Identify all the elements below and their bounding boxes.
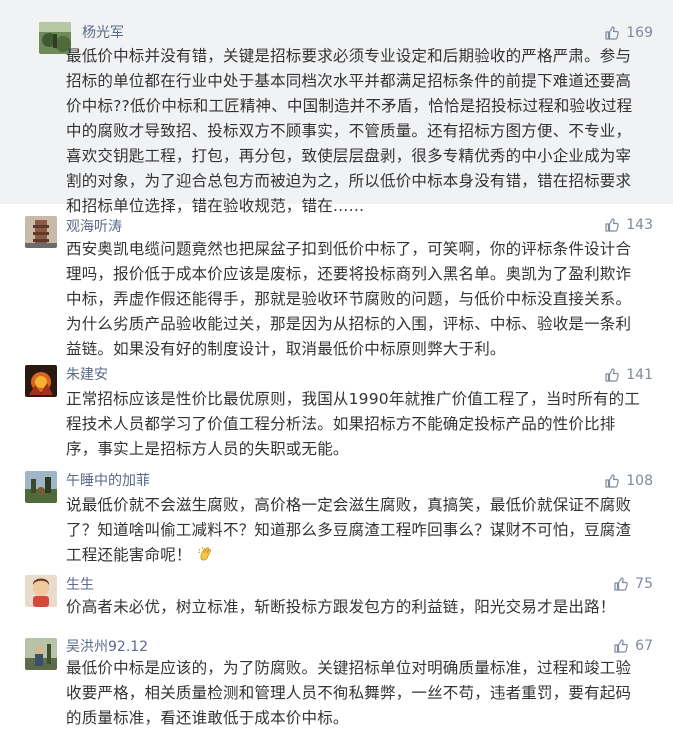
thumbs-up-icon [614, 639, 629, 653]
avatar[interactable] [25, 638, 57, 670]
avatar-image [25, 638, 57, 670]
username[interactable]: 朱建安 [66, 366, 108, 384]
comment-text: 说最低价就不会滋生腐败，高价格一定会滋生腐败，真搞笑，最低价就保证不腐败了？知道… [66, 493, 643, 568]
comment-text: 正常招标应该是性价比最优原则，我国从1990年就推广价值工程了，当时所有的工程技… [66, 390, 641, 458]
avatar[interactable] [25, 216, 57, 248]
like-button[interactable]: 143 [604, 216, 653, 234]
comment-text: 价高者未必优，树立标准，斩断投标方跟发包方的利益链，阳光交易才是出路！ [66, 598, 616, 616]
avatar-image [25, 365, 57, 397]
avatar-image [25, 575, 57, 607]
avatar[interactable] [25, 365, 57, 397]
comment-item: 生生 75 价高者未必优，树立标准，斩断投标方跟发包方的利益链，阳光交易才是出路… [0, 568, 673, 630]
comment-text: 最低价中标是应该的，为了防腐败。关键招标单位对明确质量标准，过程和竣工验收要严格… [66, 659, 632, 727]
like-count: 67 [635, 638, 653, 654]
username[interactable]: 生生 [66, 576, 94, 594]
like-count: 108 [626, 473, 653, 489]
like-count: 169 [626, 25, 653, 41]
like-button[interactable]: 67 [613, 637, 653, 655]
comment-item: 吴洪州92.12 67 最低价中标是应该的，为了防腐败。关键招标单位对明确质量标… [0, 630, 673, 727]
comment-text: 西安奥凯电缆问题竟然也把屎盆子扣到低价中标了，可笑啊，你的评标条件设计合理吗，报… [66, 240, 632, 358]
avatar-image [25, 471, 57, 503]
thumbs-up-icon [614, 577, 629, 591]
avatar[interactable] [25, 471, 57, 503]
comment-item: 朱建安 141 正常招标应该是性价比最优原则，我国从1990年就推广价值工程了，… [0, 356, 673, 460]
comment-item: 杨光军 169 最低价中标并没有错，关键是招标要求必须专业设定和后期验收的严格严… [0, 0, 673, 215]
thumbs-up-icon [605, 26, 620, 40]
avatar[interactable] [25, 575, 57, 607]
comment-text: 最低价中标并没有错，关键是招标要求必须专业设定和后期验收的严格严肃。参与招标的单… [66, 47, 633, 215]
like-button[interactable]: 75 [613, 575, 653, 593]
username[interactable]: 午睡中的加菲 [66, 472, 150, 490]
thumbs-up-icon [605, 218, 620, 232]
like-count: 143 [626, 217, 653, 233]
username[interactable]: 杨光军 [82, 24, 124, 42]
like-count: 141 [626, 367, 653, 383]
thumbs-up-icon [605, 474, 620, 488]
like-button[interactable]: 141 [604, 366, 653, 384]
clapping-hands-emoji [197, 546, 211, 561]
comment-text-content: 说最低价就不会滋生腐败，高价格一定会滋生腐败，真搞笑，最低价就保证不腐败了？知道… [66, 496, 632, 564]
thumbs-up-icon [605, 368, 620, 382]
comment-item: 观海听涛 143 西安奥凯电缆问题竟然也把屎盆子扣到低价中标了，可笑啊，你的评标… [0, 204, 673, 358]
like-count: 75 [635, 576, 653, 592]
comment-item: 午睡中的加菲 108 说最低价就不会滋生腐败，高价格一定会滋生腐败，真搞笑，最低… [0, 460, 673, 568]
username[interactable]: 吴洪州92.12 [66, 638, 148, 656]
like-button[interactable]: 108 [604, 472, 653, 490]
avatar-image [25, 216, 57, 248]
like-button[interactable]: 169 [604, 24, 653, 42]
username[interactable]: 观海听涛 [66, 218, 122, 236]
comment-list: 杨光军 169 最低价中标并没有错，关键是招标要求必须专业设定和后期验收的严格严… [0, 0, 673, 727]
